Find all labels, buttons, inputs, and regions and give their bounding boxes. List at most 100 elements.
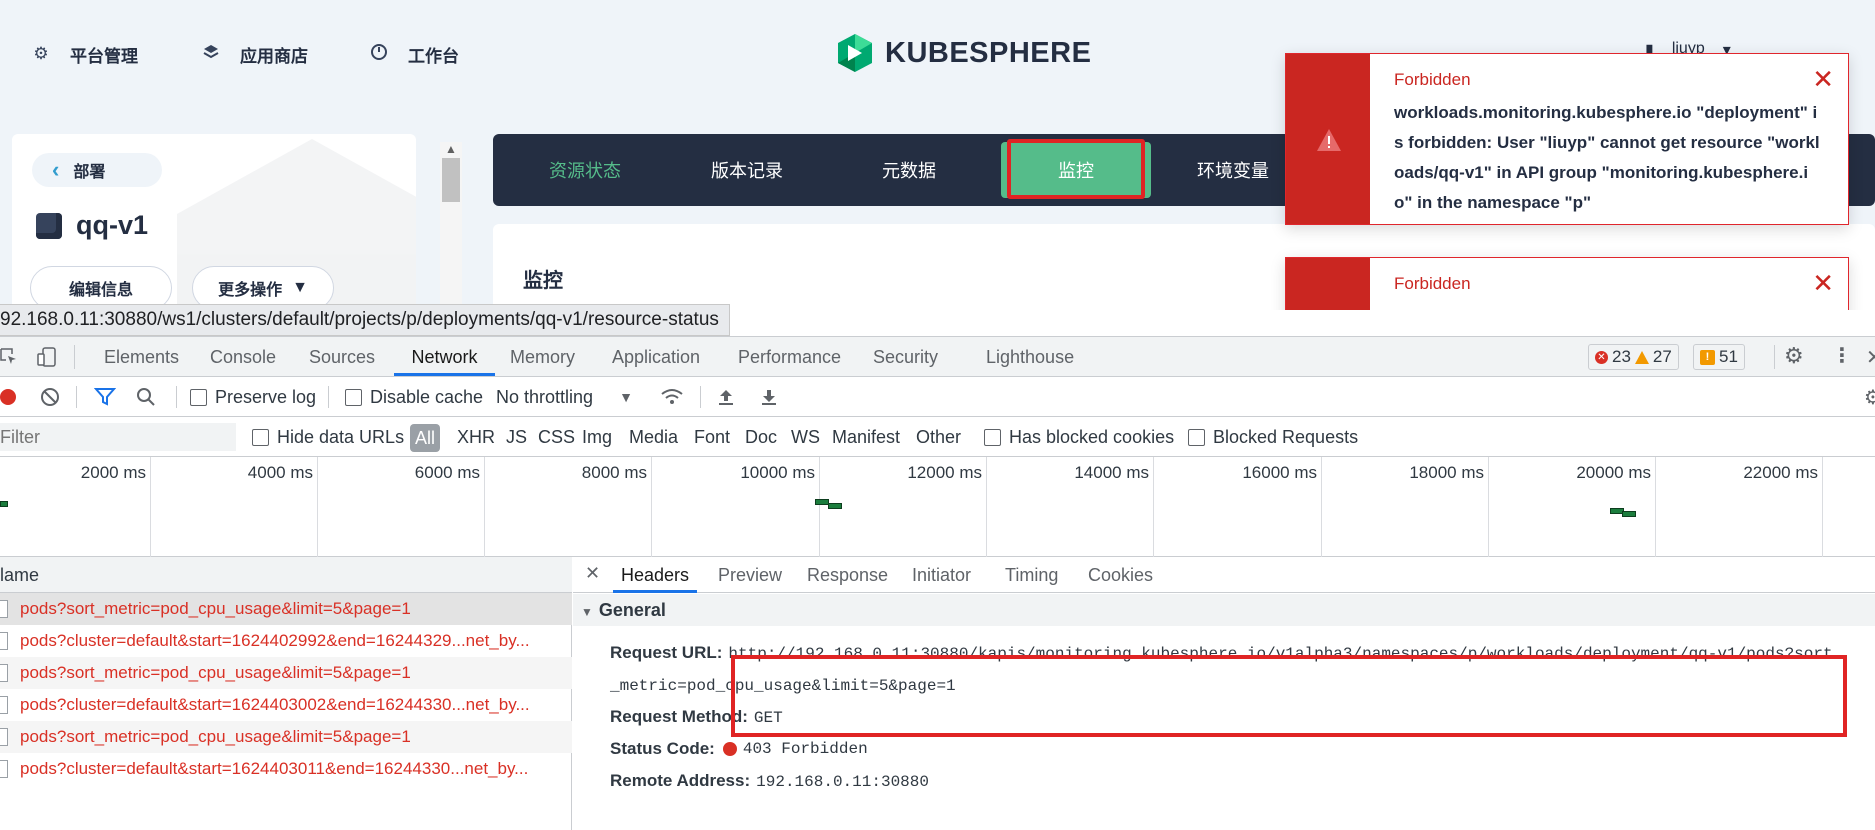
error-warning-counter[interactable]: ✕ 23 27 <box>1588 344 1679 370</box>
tick-label: 14000 ms <box>1074 463 1149 482</box>
record-icon <box>0 389 16 405</box>
request-row[interactable]: pods?cluster=default&start=1624403011&en… <box>0 753 572 785</box>
checkbox[interactable] <box>252 428 269 446</box>
kubesphere-logo[interactable]: KUBESPHERE <box>835 30 1091 76</box>
tab-network[interactable]: Network <box>394 337 495 376</box>
issues-counter[interactable]: ! 51 <box>1693 344 1745 370</box>
tab-revision-records[interactable]: 版本记录 <box>711 134 783 206</box>
settings-gear-icon[interactable]: ⚙ <box>1784 343 1804 369</box>
close-icon[interactable]: ✕ <box>1812 66 1834 92</box>
has-blocked-cookies-checkbox[interactable]: Has blocked cookies <box>984 417 1174 457</box>
checkbox[interactable] <box>984 428 1001 446</box>
tab-application[interactable]: Application <box>612 337 700 376</box>
tab-initiator[interactable]: Initiator <box>912 557 971 593</box>
search-button[interactable] <box>136 377 156 417</box>
scroll-thumb[interactable] <box>442 158 460 202</box>
name-column-header[interactable]: lame <box>0 557 572 593</box>
tab-resource-status[interactable]: 资源状态 <box>549 134 621 206</box>
tab-elements[interactable]: Elements <box>104 337 179 376</box>
caret-down-icon: ▼ <box>619 389 633 405</box>
filter-media[interactable]: Media <box>629 417 678 457</box>
device-toolbar-icon[interactable] <box>36 346 58 368</box>
filter-css[interactable]: CSS <box>538 417 575 457</box>
nav-platform-management[interactable]: ⚙ 平台管理 <box>30 40 138 68</box>
sidebar-scrollbar[interactable]: ▲ <box>440 142 462 310</box>
request-row[interactable]: pods?sort_metric=pod_cpu_usage&limit=5&p… <box>0 593 572 625</box>
general-label: General <box>598 600 666 620</box>
error-count: 23 <box>1612 347 1631 366</box>
request-name: pods?sort_metric=pod_cpu_usage&limit=5&p… <box>20 599 411 618</box>
filter-all-button[interactable]: All <box>410 424 440 452</box>
tab-memory[interactable]: Memory <box>510 337 575 376</box>
close-devtools-icon[interactable]: ✕ <box>1866 345 1875 370</box>
network-overview-timeline[interactable]: 2000 ms 4000 ms 6000 ms 8000 ms 10000 ms… <box>0 457 1875 557</box>
network-settings-gear-icon[interactable]: ⚙ <box>1864 385 1875 410</box>
blocked-requests-checkbox[interactable]: Blocked Requests <box>1188 417 1358 457</box>
tick-label: 18000 ms <box>1409 463 1484 482</box>
filter-img[interactable]: Img <box>582 417 612 457</box>
tab-label: Response <box>807 565 889 585</box>
filter-type-label: XHR <box>457 426 496 447</box>
tab-label: Security <box>873 347 939 367</box>
filter-ws[interactable]: WS <box>791 417 820 457</box>
tab-metadata[interactable]: 元数据 <box>882 134 936 206</box>
hide-data-urls-checkbox[interactable]: Hide data URLs <box>252 417 404 457</box>
toast-message: workloads.monitoring.kubesphere.io "depl… <box>1394 103 1820 212</box>
clear-button[interactable] <box>40 377 60 417</box>
preserve-log-checkbox[interactable]: Preserve log <box>190 377 316 417</box>
request-row[interactable]: pods?cluster=default&start=1624403002&en… <box>0 689 572 721</box>
tab-preview[interactable]: Preview <box>718 557 782 593</box>
scroll-up-icon[interactable]: ▲ <box>445 142 457 156</box>
back-button[interactable]: ‹ 部署 <box>32 153 162 187</box>
tab-performance[interactable]: Performance <box>738 337 841 376</box>
tab-label: Memory <box>510 347 576 367</box>
filter-icon <box>94 388 116 406</box>
request-row[interactable]: pods?sort_metric=pod_cpu_usage&limit=5&p… <box>0 721 572 753</box>
close-detail-icon[interactable]: ✕ <box>585 563 600 584</box>
more-vertical-icon[interactable]: ⋮ <box>1832 343 1852 368</box>
import-har-button[interactable] <box>716 377 736 417</box>
tab-lighthouse[interactable]: Lighthouse <box>986 337 1074 376</box>
record-button[interactable] <box>0 377 16 417</box>
tab-console[interactable]: Console <box>210 337 276 376</box>
throttling-select[interactable]: No throttling ▼ <box>496 377 633 417</box>
request-row[interactable]: pods?cluster=default&start=1624402992&en… <box>0 625 572 657</box>
filter-other[interactable]: Other <box>916 417 961 457</box>
layers-icon <box>200 43 222 66</box>
filter-toggle[interactable] <box>94 377 116 417</box>
tab-timing[interactable]: Timing <box>1005 557 1058 593</box>
tab-cookies[interactable]: Cookies <box>1088 557 1153 593</box>
request-method-label: Request Method: <box>610 707 748 726</box>
filter-xhr[interactable]: XHR <box>457 417 495 457</box>
warning-icon <box>1634 350 1649 364</box>
disable-cache-checkbox[interactable]: Disable cache <box>345 377 483 417</box>
request-row[interactable]: pods?sort_metric=pod_cpu_usage&limit=5&p… <box>0 657 572 689</box>
export-har-button[interactable] <box>759 377 779 417</box>
filter-doc[interactable]: Doc <box>745 417 777 457</box>
checkbox[interactable] <box>190 388 207 406</box>
checkbox[interactable] <box>345 388 362 406</box>
nav-workbench[interactable]: 工作台 <box>368 40 459 68</box>
nav-app-store[interactable]: 应用商店 <box>200 40 308 68</box>
filter-font[interactable]: Font <box>694 417 730 457</box>
file-icon <box>0 696 8 714</box>
tab-security[interactable]: Security <box>873 337 938 376</box>
filter-input[interactable] <box>0 423 236 451</box>
divider <box>1774 345 1775 369</box>
issue-icon: ! <box>1700 349 1715 365</box>
filter-manifest[interactable]: Manifest <box>832 417 900 457</box>
close-icon[interactable]: ✕ <box>1812 270 1834 296</box>
general-section-header[interactable]: ▼ General <box>573 594 1875 626</box>
checkbox[interactable] <box>1188 428 1205 446</box>
inspect-icon[interactable] <box>0 348 18 366</box>
tab-env-variables[interactable]: 环境变量 <box>1197 134 1269 206</box>
tab-sources[interactable]: Sources <box>309 337 375 376</box>
timeline-tick: 8000 ms <box>485 457 652 557</box>
highlight-box <box>731 655 1847 737</box>
network-conditions-button[interactable] <box>660 377 684 417</box>
filter-js[interactable]: JS <box>506 417 527 457</box>
divider <box>74 345 75 369</box>
request-marker <box>0 501 8 507</box>
tab-headers[interactable]: Headers <box>613 557 697 593</box>
tab-response[interactable]: Response <box>807 557 888 593</box>
